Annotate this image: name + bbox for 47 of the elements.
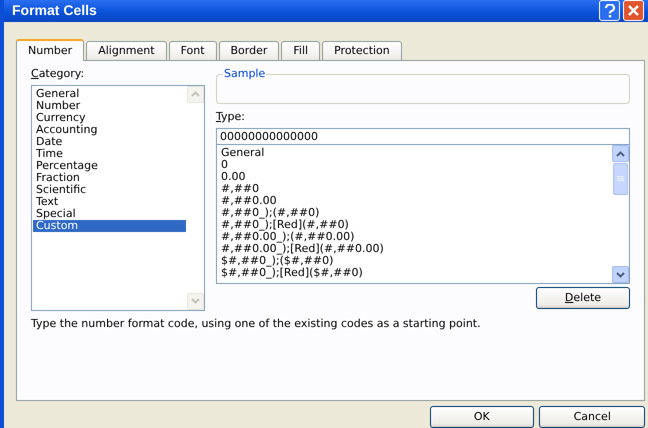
scroll-down-icon[interactable] <box>612 266 629 284</box>
help-icon <box>604 4 616 18</box>
description-text: Type the number format code, using one of the existing codes as a starting point. <box>31 316 482 332</box>
format-list[interactable]: General 0 0.00 #,##0 #,##0.00 #,##0_);(#,##0) #,##0_);[Red](#,##0) #,##0.00_);(#,##0.00) #,##0.00_);[Red](#,##0.00) $#,##0_);($#,##0) $#,##0_);[Red]($#,##0) <box>216 145 630 284</box>
category-item[interactable]: Fraction <box>33 172 186 184</box>
tab[interactable]: Number <box>16 38 84 61</box>
format-item[interactable]: $#,##0_);[Red]($#,##0) <box>218 267 611 280</box>
ok-button[interactable]: OK <box>430 406 534 428</box>
category-item[interactable]: Date <box>33 136 186 148</box>
category-item[interactable]: Text <box>33 196 186 208</box>
scroll-thumb[interactable] <box>613 163 628 196</box>
category-item[interactable]: Custom <box>33 220 186 232</box>
category-item[interactable]: Currency <box>33 112 186 124</box>
tab[interactable]: Border <box>218 40 280 60</box>
sample-label: Sample <box>223 66 266 81</box>
format-item[interactable]: #,##0 <box>218 183 611 196</box>
format-item[interactable]: 0.00 <box>218 171 611 184</box>
window-title: Format Cells <box>12 1 97 20</box>
format-item[interactable]: #,##0.00_);[Red](#,##0.00) <box>218 243 611 256</box>
category-item[interactable]: Scientific <box>33 184 186 196</box>
format-item[interactable]: General <box>218 147 611 160</box>
category-item[interactable]: Percentage <box>33 160 186 172</box>
type-label: Type: <box>216 109 246 126</box>
category-item[interactable]: General <box>33 88 186 100</box>
cancel-button[interactable]: Cancel <box>539 406 646 428</box>
format-item[interactable]: #,##0.00_);(#,##0.00) <box>218 231 611 244</box>
close-button[interactable] <box>623 0 644 22</box>
format-item[interactable]: #,##0.00 <box>218 195 611 208</box>
format-item[interactable]: #,##0_);[Red](#,##0) <box>218 219 611 232</box>
category-list[interactable]: General Number Currency Accounting Date Time Percentage Fraction Scientific Text Special Custom <box>31 84 205 311</box>
tab[interactable]: Fill <box>281 40 320 60</box>
format-item[interactable]: #,##0_);(#,##0) <box>218 207 611 220</box>
category-item[interactable]: Number <box>33 100 186 112</box>
category-label: Category: <box>31 66 86 82</box>
tab[interactable]: Protection <box>322 40 402 60</box>
scroll-up-icon[interactable] <box>612 145 629 162</box>
category-item[interactable]: Special <box>33 208 186 220</box>
close-icon <box>628 5 639 16</box>
tab[interactable]: Font <box>168 40 217 60</box>
format-item[interactable]: $#,##0_);($#,##0) <box>218 255 611 268</box>
format-item[interactable]: 0 <box>218 159 611 172</box>
type-field[interactable]: 00000000000000 <box>216 128 630 146</box>
tab[interactable]: Alignment <box>86 40 167 60</box>
category-item[interactable]: Time <box>33 148 186 160</box>
delete-button[interactable]: Delete <box>536 287 630 310</box>
help-button[interactable] <box>599 0 620 22</box>
category-item[interactable]: Accounting <box>33 124 186 136</box>
